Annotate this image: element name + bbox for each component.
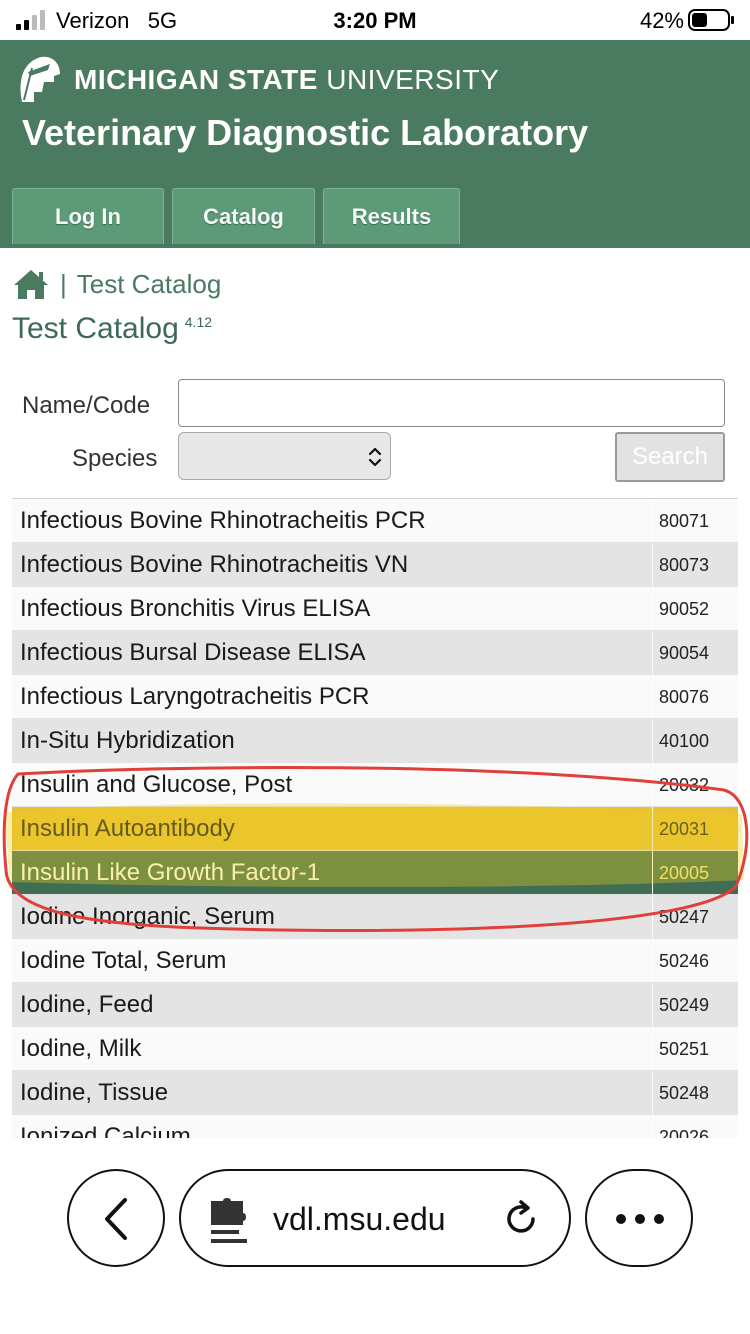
home-icon[interactable]: [12, 268, 50, 300]
species-label: Species: [72, 445, 158, 472]
spartan-helmet-icon[interactable]: [14, 52, 64, 104]
name-code-label: Name/Code: [22, 392, 151, 419]
back-button[interactable]: [67, 1169, 165, 1267]
result-row[interactable]: Iodine Total, Serum 50246: [12, 939, 738, 983]
test-name: Infectious Bursal Disease ELISA: [20, 639, 366, 666]
test-code: 90052: [652, 587, 738, 630]
university-name: MICHIGAN STATE UNIVERSITY: [74, 64, 499, 96]
test-name: Iodine, Milk: [20, 1035, 142, 1062]
more-options-button[interactable]: [585, 1169, 693, 1267]
test-code: 50247: [652, 895, 738, 938]
page-title: Test Catalog 4.12: [12, 312, 212, 346]
test-name: Insulin Autoantibody: [20, 815, 235, 842]
result-row[interactable]: Insulin Autoantibody 20031: [12, 807, 738, 851]
breadcrumb: | Test Catalog: [12, 268, 221, 300]
species-select[interactable]: [178, 432, 391, 480]
page-title-text: Test Catalog: [12, 312, 179, 345]
test-name: In-Situ Hybridization: [20, 727, 235, 754]
results-list: Infectious Bovine Rhinotracheitis PCR 800…: [12, 498, 738, 1138]
test-name: Infectious Bovine Rhinotracheitis PCR: [20, 507, 426, 534]
test-code: 50248: [652, 1071, 738, 1114]
test-code: 50249: [652, 983, 738, 1026]
result-row[interactable]: Ionized Calcium 20026: [12, 1115, 738, 1138]
name-code-input[interactable]: [178, 379, 725, 427]
nav-catalog-button[interactable]: Catalog: [172, 188, 315, 244]
test-code: 80076: [652, 675, 738, 718]
clock: 3:20 PM: [333, 8, 417, 33]
result-row[interactable]: Insulin and Glucose, Post 20032: [12, 763, 738, 807]
result-row[interactable]: Infectious Bronchitis Virus ELISA 90052: [12, 587, 738, 631]
result-row[interactable]: In-Situ Hybridization 40100: [12, 719, 738, 763]
test-name: Insulin Like Growth Factor-1: [20, 859, 321, 886]
test-name: Ionized Calcium: [20, 1123, 191, 1138]
ellipsis-icon: [616, 1214, 664, 1224]
test-name: Iodine Total, Serum: [20, 947, 227, 974]
test-code: 90054: [652, 631, 738, 674]
test-code: 20026: [652, 1115, 738, 1138]
test-code: 20032: [652, 763, 738, 806]
result-row[interactable]: Infectious Bovine Rhinotracheitis VN 8007…: [12, 543, 738, 587]
test-code: 50251: [652, 1027, 738, 1070]
url-text: vdl.msu.edu: [273, 1201, 446, 1237]
result-row[interactable]: Iodine, Tissue 50248: [12, 1071, 738, 1115]
reload-icon[interactable]: [501, 1199, 541, 1239]
test-name: Iodine Inorganic, Serum: [20, 903, 275, 930]
result-row[interactable]: Insulin Like Growth Factor-1 20005: [12, 851, 738, 895]
browser-toolbar: vdl.msu.edu: [0, 1138, 750, 1334]
result-row[interactable]: Infectious Bovine Rhinotracheitis PCR 800…: [12, 499, 738, 543]
extension-puzzle-icon: [211, 1198, 247, 1243]
nav-login-button[interactable]: Log In: [12, 188, 164, 244]
address-bar[interactable]: vdl.msu.edu: [179, 1169, 571, 1267]
university-name-light: UNIVERSITY: [326, 64, 500, 95]
search-button[interactable]: Search: [615, 432, 725, 482]
version-label: 4.12: [184, 314, 213, 330]
test-code: 80073: [652, 543, 738, 586]
test-code: 80071: [652, 499, 738, 542]
test-name: Iodine, Feed: [20, 991, 154, 1018]
battery-percent: 42%: [639, 8, 684, 33]
result-row[interactable]: Iodine, Milk 50251: [12, 1027, 738, 1071]
result-row[interactable]: Iodine, Feed 50249: [12, 983, 738, 1027]
result-row[interactable]: Infectious Bursal Disease ELISA 90054: [12, 631, 738, 675]
test-name: Infectious Bovine Rhinotracheitis VN: [20, 551, 409, 578]
test-code: 20031: [652, 807, 738, 850]
test-code: 50246: [652, 939, 738, 982]
test-name: Iodine, Tissue: [20, 1079, 169, 1106]
chevron-left-icon: [105, 1198, 127, 1240]
test-code: 20005: [652, 851, 738, 894]
test-code: 40100: [652, 719, 738, 762]
breadcrumb-current[interactable]: Test Catalog: [77, 269, 222, 300]
updown-chevron-icon: [368, 447, 382, 467]
main-nav: Log In Catalog Results: [12, 188, 460, 244]
status-bar: Verizon 5G 3:20 PM 42%: [0, 0, 750, 40]
result-row[interactable]: Iodine Inorganic, Serum 50247: [12, 895, 738, 939]
test-name: Infectious Bronchitis Virus ELISA: [20, 595, 371, 622]
result-row[interactable]: Infectious Laryngotracheitis PCR 80076: [12, 675, 738, 719]
battery-icon: [688, 9, 734, 31]
test-name: Infectious Laryngotracheitis PCR: [20, 683, 370, 710]
site-header: MICHIGAN STATE UNIVERSITY Veterinary Dia…: [0, 40, 750, 248]
breadcrumb-separator: |: [60, 268, 67, 299]
lab-name: Veterinary Diagnostic Laboratory: [22, 112, 589, 153]
nav-results-button[interactable]: Results: [323, 188, 460, 244]
university-name-bold: MICHIGAN STATE: [74, 64, 318, 95]
test-name: Insulin and Glucose, Post: [20, 771, 293, 798]
